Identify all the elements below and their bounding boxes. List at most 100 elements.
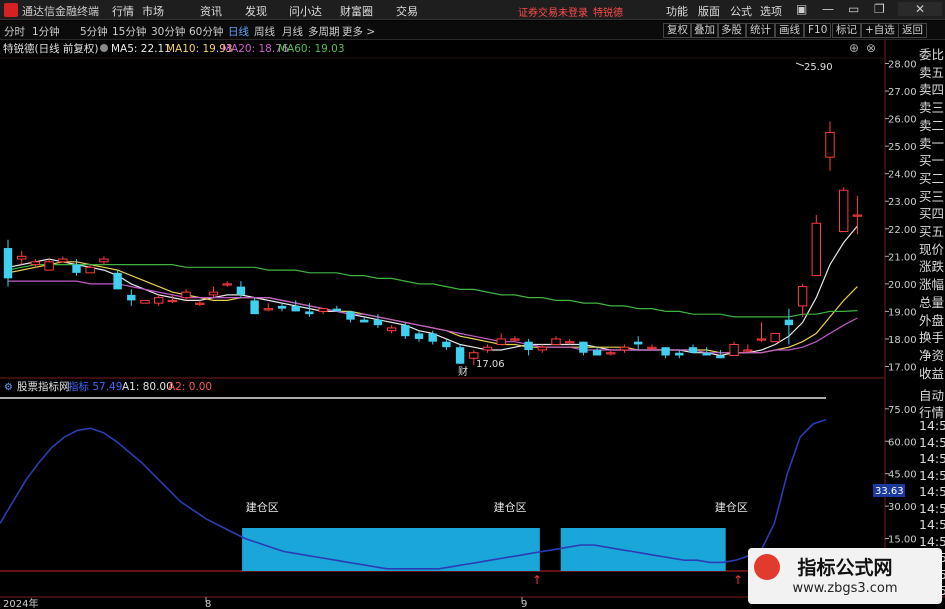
- jiancang-label: 建仓区: [246, 500, 279, 514]
- side-panel-lower-item[interactable]: 14:5: [919, 484, 945, 499]
- candle: [332, 305, 341, 312]
- side-panel-item[interactable]: 买四: [919, 203, 945, 222]
- x-label-9: 9: [521, 599, 527, 609]
- candle: [551, 336, 561, 345]
- ind-y-tick-label: 60.00: [888, 437, 917, 448]
- side-panel-item[interactable]: 现价: [919, 239, 945, 258]
- side-panel-item[interactable]: 涨幅: [919, 274, 945, 293]
- candle: [634, 336, 643, 350]
- candle: [277, 303, 287, 312]
- collapse-icon[interactable]: ⊗: [866, 41, 876, 55]
- candle: [770, 332, 780, 343]
- y-tick-label: 20.00: [888, 280, 917, 291]
- y-tick-label: 19.00: [888, 307, 917, 318]
- side-panel-lower-item[interactable]: 14:5: [919, 435, 945, 450]
- side-panel-item[interactable]: 买一: [919, 150, 945, 169]
- arrow-up-icon: ↑: [733, 573, 743, 587]
- settings-dot-icon[interactable]: [100, 44, 108, 52]
- side-panel-item[interactable]: 涨跌: [919, 256, 945, 275]
- candle: [167, 294, 178, 304]
- side-panel-lower-item[interactable]: 14:5: [919, 501, 945, 516]
- ma60-label: MA60: 19.03: [278, 43, 345, 55]
- candle: [784, 308, 794, 345]
- candle: [811, 215, 821, 277]
- side-panel-item[interactable]: 换手: [919, 327, 945, 346]
- zoom-icon[interactable]: ⊕: [849, 41, 859, 55]
- chart-canvas[interactable]: 特锐德(日线 前复权) MA5: 22.11 MA10: 19.93 MA20:…: [0, 0, 945, 609]
- candle: [756, 322, 767, 342]
- y-tick-label: 24.00: [888, 170, 917, 181]
- side-panel-item[interactable]: 卖四: [919, 79, 945, 98]
- side-panel-item[interactable]: 净资: [919, 345, 945, 364]
- main-y-axis: 28.00 27.00 26.00 25.00 24.00 23.00 22.00 21.00…: [885, 60, 917, 373]
- y-tick-label: 25.00: [888, 142, 917, 153]
- indicator-line1-label: 指标 57.49: [68, 380, 122, 393]
- indicator-settings-icon[interactable]: ⚙: [4, 382, 13, 393]
- candle: [579, 341, 588, 356]
- side-panel-lower-item[interactable]: 14:5: [919, 517, 945, 532]
- candle: [455, 344, 465, 364]
- x-label-year: 2024年: [3, 597, 38, 609]
- candle: [565, 338, 575, 345]
- candle: [537, 344, 547, 353]
- candle: [839, 187, 849, 233]
- candle: [3, 239, 13, 287]
- candle: [99, 256, 109, 265]
- arrow-up-icon: ↑: [532, 573, 542, 587]
- y-tick-label: 27.00: [888, 87, 917, 98]
- side-panel-item[interactable]: 买五: [919, 221, 945, 240]
- y-tick-label: 17.00: [888, 362, 917, 373]
- candle: [318, 308, 328, 315]
- high-price-label: 25.90: [804, 62, 833, 73]
- side-panel-item[interactable]: 买三: [919, 186, 945, 205]
- side-panel-lower-item[interactable]: 14:5: [919, 451, 945, 466]
- jiancang-zone-block: [560, 528, 726, 571]
- candle: [263, 303, 274, 312]
- low-price-label: 17.06: [476, 359, 505, 370]
- jiancang-zone-block: [242, 528, 540, 571]
- y-tick-label: 23.00: [888, 197, 917, 208]
- candle: [592, 347, 602, 356]
- side-panel-item[interactable]: 外盘: [919, 310, 945, 329]
- side-panel-lower-item[interactable]: 14:5: [919, 468, 945, 483]
- candle: [619, 344, 630, 353]
- candle: [386, 325, 397, 334]
- side-panel-item[interactable]: 委比: [919, 44, 945, 63]
- candle: [510, 336, 520, 342]
- side-panel-item[interactable]: 卖五: [919, 62, 945, 81]
- y-tick-label: 28.00: [888, 60, 917, 71]
- candle: [743, 344, 753, 353]
- candle: [702, 347, 711, 356]
- candle: [524, 338, 533, 356]
- ind-y-tick-label: 75.00: [888, 405, 917, 416]
- ind-y-tick-label: 45.00: [888, 470, 917, 481]
- side-panel-item[interactable]: 收益: [919, 363, 945, 382]
- candle: [346, 311, 355, 323]
- side-panel-item[interactable]: 卖三: [919, 97, 945, 116]
- jiancang-label: 建仓区: [494, 500, 527, 514]
- side-panel-item[interactable]: 卖二: [919, 115, 945, 134]
- candle: [852, 195, 863, 235]
- candle: [825, 121, 835, 171]
- candle: [195, 300, 205, 306]
- side-panel-item[interactable]: 总量: [919, 292, 945, 311]
- ind-y-tick-label: 30.00: [888, 502, 917, 513]
- side-panel-item[interactable]: 卖一: [919, 133, 945, 152]
- candle: [154, 294, 164, 306]
- candle: [140, 299, 150, 304]
- candle: [208, 286, 219, 298]
- side-panel-lower-item[interactable]: 14:5: [919, 534, 945, 549]
- side-panel-item[interactable]: 买二: [919, 168, 945, 187]
- candle: [222, 281, 232, 287]
- side-panel-lower-item[interactable]: 14:5: [919, 418, 945, 433]
- jiancang-zones: [242, 528, 726, 571]
- ma5-label: MA5: 22.11: [111, 43, 171, 55]
- y-tick-label: 26.00: [888, 115, 917, 126]
- indicator-a1-label: A1: 80.00: [122, 381, 173, 393]
- candle: [496, 333, 506, 345]
- ma60-line: [7, 264, 858, 318]
- candle: [688, 344, 698, 353]
- y-tick-label: 22.00: [888, 225, 917, 236]
- x-label-8: 8: [205, 599, 211, 609]
- indicator-title: 股票指标网: [17, 380, 70, 393]
